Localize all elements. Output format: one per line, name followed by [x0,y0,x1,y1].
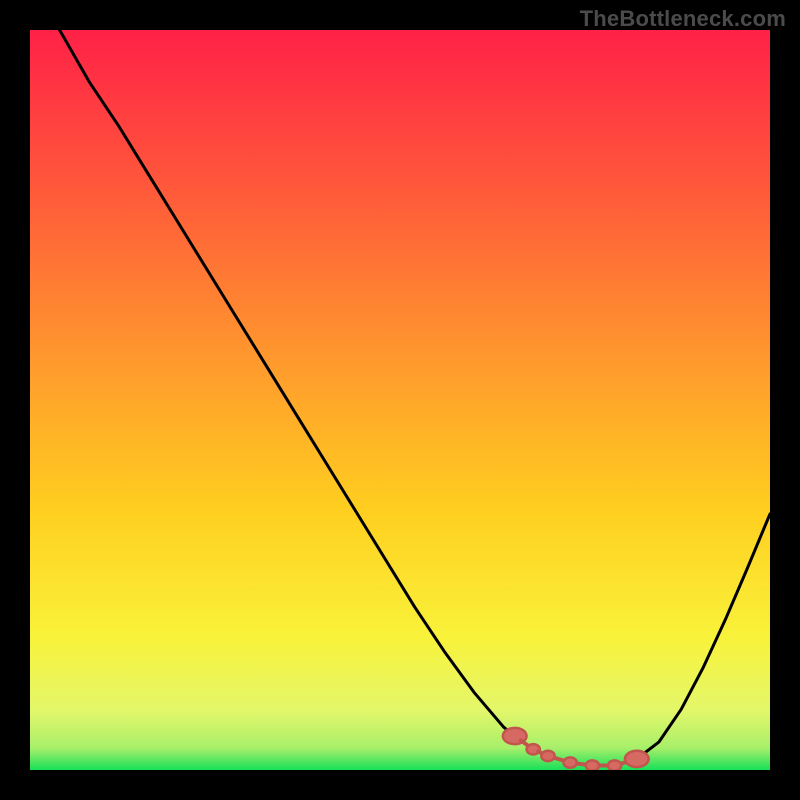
gradient-background [30,30,770,770]
watermark-text: TheBottleneck.com [580,6,786,32]
chart-stage: TheBottleneck.com [0,0,800,800]
plot-area [30,30,770,770]
plot-svg [30,30,770,770]
